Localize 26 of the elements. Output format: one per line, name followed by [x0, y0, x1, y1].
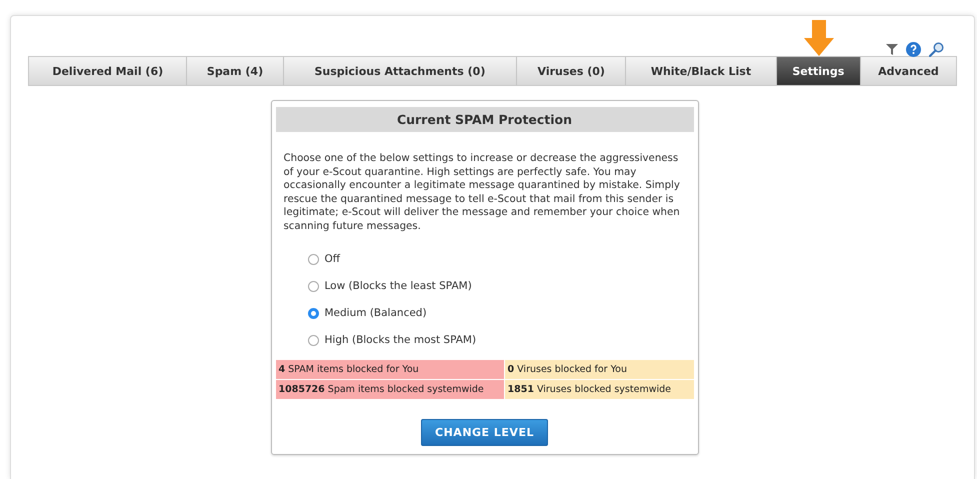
description: Choose one of the below settings to increase or decrease the aggressiveness of your e-Scout quarantine. High settings are perfectly safe. You may occasionally encounter a legitimate message quarantined by mistake. Simply rescue the quarantined message to tell e-Scout that mail from this sender is legitimate; e-Scout will deliver the message and remember your choice when scanning future messages. — [284, 152, 681, 233]
arrow-icon — [804, 20, 834, 56]
help-icon[interactable] — [906, 42, 921, 57]
tab[interactable]: White/Black List — [626, 57, 777, 85]
radio-label[interactable]: Off — [324, 253, 340, 265]
stat-cell: 0 Viruses blocked for You — [504, 360, 694, 379]
tab[interactable]: Delivered Mail (6) — [29, 57, 188, 85]
radio-label[interactable]: Low (Blocks the least SPAM) — [324, 280, 472, 292]
tab[interactable]: Settings — [776, 57, 861, 85]
tab[interactable]: Viruses (0) — [517, 57, 626, 85]
change-level-button[interactable]: CHANGE LEVEL — [421, 419, 548, 446]
radio-label[interactable]: High (Blocks the most SPAM) — [324, 334, 476, 346]
panel-title: Current SPAM Protection — [276, 107, 694, 132]
search-icon[interactable] — [929, 42, 944, 57]
radio-button[interactable] — [308, 334, 318, 346]
tab[interactable]: Spam (4) — [187, 57, 284, 85]
tab[interactable]: Suspicious Attachments (0) — [284, 57, 518, 85]
filter-icon[interactable] — [886, 43, 898, 56]
stat-cell: 1851 Viruses blocked systemwide — [504, 380, 694, 399]
radio-button[interactable] — [308, 280, 318, 292]
radio-label[interactable]: Medium (Balanced) — [324, 307, 427, 319]
tab[interactable]: Advanced — [860, 57, 956, 85]
stat-cell: 1085726 Spam items blocked systemwide — [276, 380, 504, 399]
radio-button[interactable] — [308, 254, 318, 264]
stat-cell: 4 SPAM items blocked for You — [276, 360, 504, 379]
radio-button[interactable] — [308, 308, 318, 318]
